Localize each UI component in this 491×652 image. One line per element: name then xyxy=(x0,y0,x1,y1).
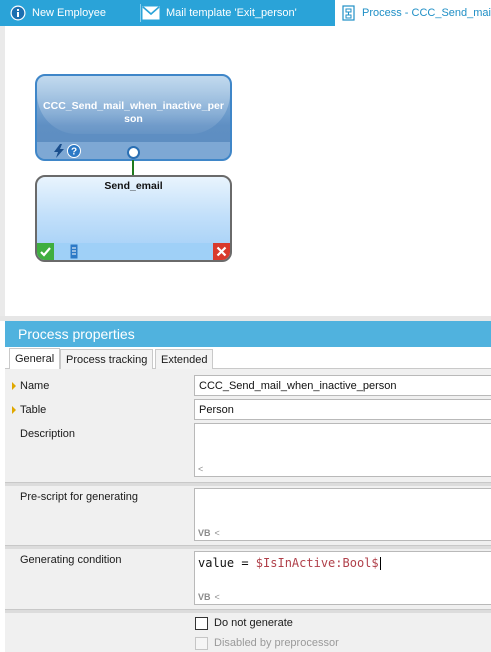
tab-label: Process - CCC_Send_mail xyxy=(362,7,491,19)
name-value: CCC_Send_mail_when_inactive_person xyxy=(199,380,397,392)
condition-code: value = $IsInActive:Bool$ xyxy=(198,556,381,570)
code-prefix: value = xyxy=(198,556,256,570)
process-designer-canvas[interactable]: CCC_Send_mail_when_inactive_person ? Sen… xyxy=(0,26,491,316)
subtab-process-tracking[interactable]: Process tracking xyxy=(60,349,154,369)
table-value: Person xyxy=(199,404,234,416)
tab-new-employee[interactable]: New Employee xyxy=(10,0,138,26)
disabled-by-preprocessor-label: Disabled by preprocessor xyxy=(214,637,339,649)
editor-footer: VB < xyxy=(198,528,220,538)
do-not-generate-checkbox[interactable] xyxy=(195,617,208,630)
help-icon[interactable]: ? xyxy=(67,144,81,158)
required-marker xyxy=(12,406,16,414)
scroll-left-icon[interactable]: < xyxy=(198,464,203,474)
node-toolbar xyxy=(37,243,230,260)
required-marker xyxy=(12,382,16,390)
section-divider xyxy=(5,482,491,486)
document-tab-bar: New Employee Mail template 'Exit_person'… xyxy=(0,0,491,26)
svg-text:?: ? xyxy=(71,147,77,158)
description-label: Description xyxy=(20,428,76,440)
subtab-extended[interactable]: Extended xyxy=(155,349,214,369)
error-x-icon[interactable] xyxy=(213,243,230,260)
tab-mail-template[interactable]: Mail template 'Exit_person' xyxy=(142,0,334,26)
disabled-by-preprocessor-checkbox xyxy=(195,637,208,650)
task-node-title: Send_email xyxy=(104,180,163,192)
node-connection-port[interactable] xyxy=(127,146,140,159)
condition-editor[interactable]: value = $IsInActive:Bool$ VB < xyxy=(194,551,491,605)
description-field[interactable]: < xyxy=(194,423,491,477)
script-component-icon[interactable] xyxy=(70,244,78,259)
tab-label: Mail template 'Exit_person' xyxy=(166,7,297,19)
table-label: Table xyxy=(20,404,47,416)
section-divider xyxy=(5,609,491,613)
success-check-icon[interactable] xyxy=(37,243,54,260)
scroll-left-icon[interactable]: < xyxy=(215,592,220,602)
process-document-icon xyxy=(342,5,356,21)
condition-label: Generating condition xyxy=(20,554,122,566)
mail-icon xyxy=(142,6,160,20)
name-label: Name xyxy=(20,380,50,392)
table-field[interactable]: Person xyxy=(194,399,491,420)
tab-label: New Employee xyxy=(32,7,106,19)
prescript-label: Pre-script for generating xyxy=(20,491,138,503)
subtab-general[interactable]: General xyxy=(9,348,61,369)
scroll-left-icon[interactable]: < xyxy=(215,528,220,538)
properties-subtabs: General Process tracking Extended xyxy=(5,347,491,369)
prescript-editor[interactable]: VB < xyxy=(194,488,491,541)
lightning-icon[interactable] xyxy=(53,144,65,158)
send-email-node[interactable]: Send_email xyxy=(35,175,232,262)
tab-process[interactable]: Process - CCC_Send_mail xyxy=(335,0,491,26)
editor-footer: VB < xyxy=(198,592,220,602)
name-field[interactable]: CCC_Send_mail_when_inactive_person xyxy=(194,375,491,396)
general-properties-form: Name CCC_Send_mail_when_inactive_person … xyxy=(5,369,491,652)
info-icon xyxy=(10,5,26,21)
tab-divider xyxy=(140,4,141,22)
language-badge: VB xyxy=(198,592,211,602)
code-variable: $IsInActive:Bool$ xyxy=(255,556,379,570)
text-caret xyxy=(379,557,381,570)
node-connector-line xyxy=(132,160,134,176)
do-not-generate-label[interactable]: Do not generate xyxy=(214,617,293,629)
language-badge: VB xyxy=(198,528,211,538)
section-divider xyxy=(5,545,491,549)
process-node-title: CCC_Send_mail_when_inactive_person xyxy=(43,100,224,125)
process-properties-header: Process properties xyxy=(5,321,491,347)
